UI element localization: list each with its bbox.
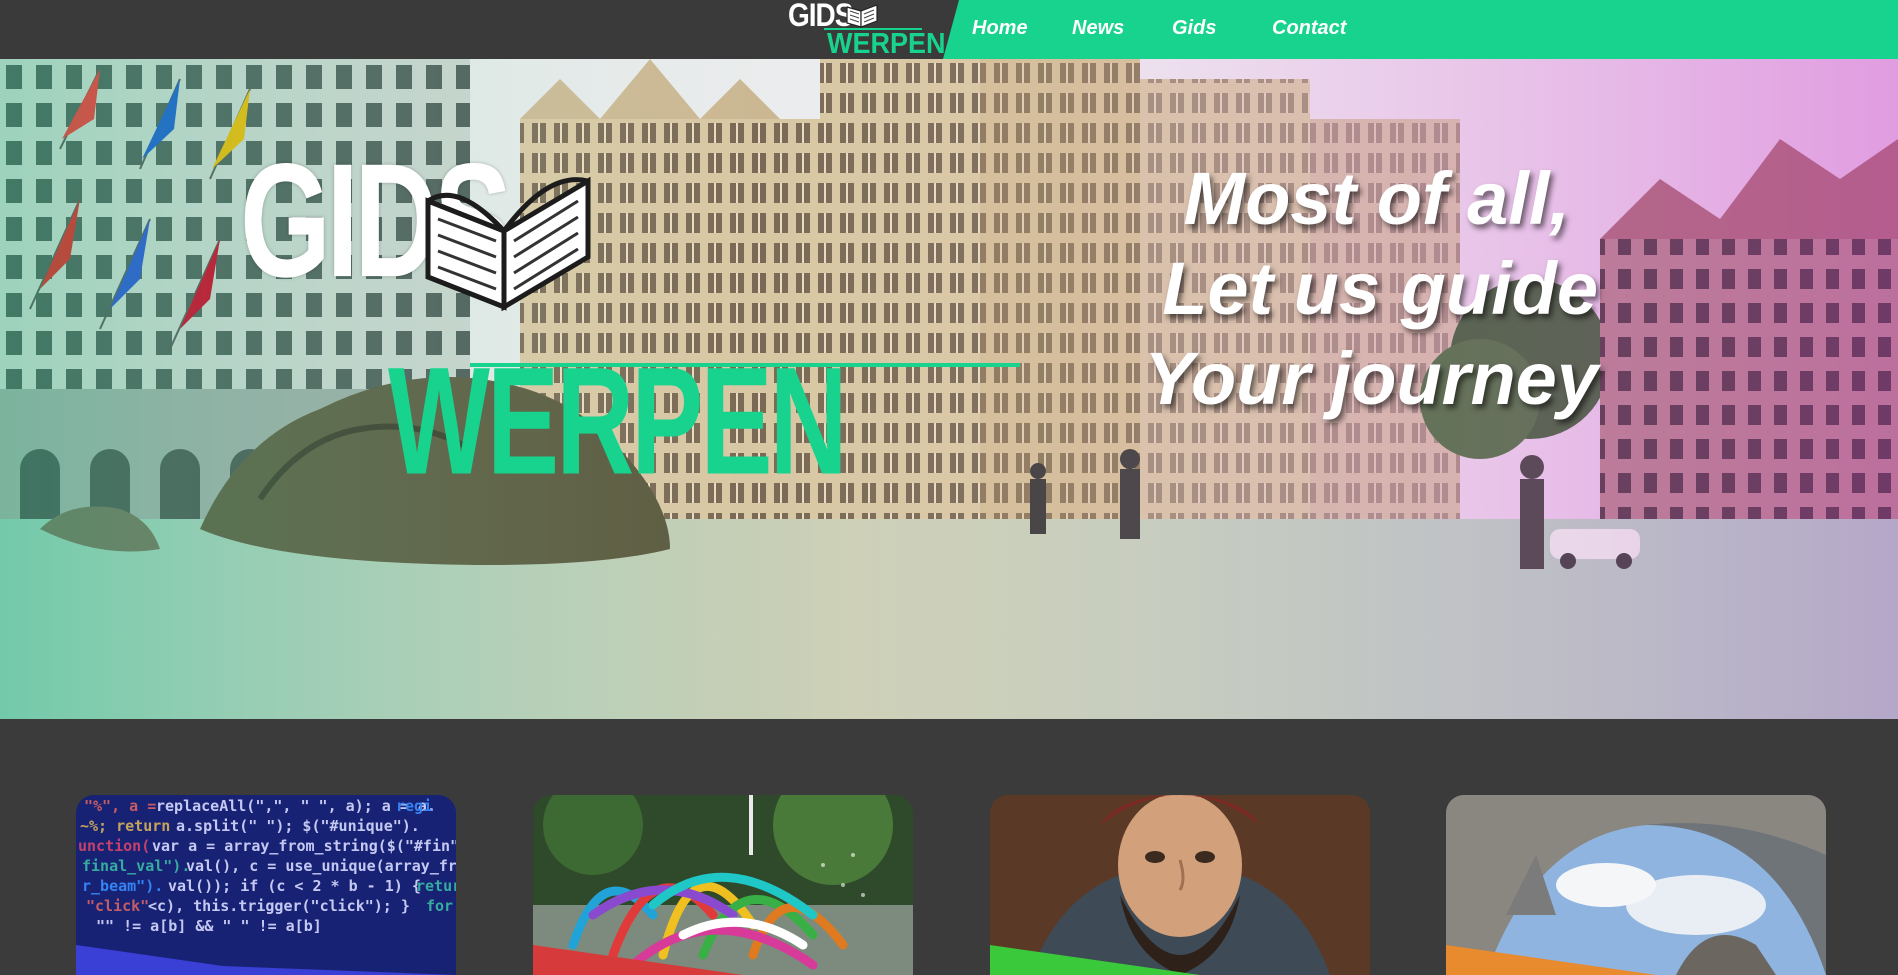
nav-link-home[interactable]: Home xyxy=(972,17,1028,40)
card-arch[interactable] xyxy=(1446,795,1826,975)
hero-tagline-line-1: Most of all, xyxy=(1183,157,1570,240)
nav-link-contact[interactable]: Contact xyxy=(1272,17,1346,40)
card-code[interactable]: "%", a = replaceAll(",", " ", a); a = a. r… xyxy=(76,795,456,975)
hero-banner: GIDS WERPEN Most of all, Let us guide Yo… xyxy=(0,59,1898,719)
hero-logo-werpen: WERPEN xyxy=(388,334,848,507)
header-logo[interactable]: GIDS WERPEN xyxy=(788,0,946,60)
top-navbar: GIDS WERPEN Home News Gids Contact xyxy=(0,0,1898,60)
nav-link-news[interactable]: News xyxy=(1072,17,1124,40)
hero-tagline-line-3: Your journey xyxy=(1144,337,1598,420)
card-fountain[interactable] xyxy=(533,795,913,975)
nav-link-gids[interactable]: Gids xyxy=(1172,17,1216,40)
hero-tagline-line-2: Let us guide xyxy=(1162,247,1598,330)
card-portrait[interactable] xyxy=(990,795,1370,975)
hero-tagline: Most of all, Let us guide Your journey xyxy=(1098,154,1898,424)
feature-cards: "%", a = replaceAll(",", " ", a); a = a. r… xyxy=(0,719,1898,975)
hero-logo: GIDS WERPEN xyxy=(240,139,1020,497)
header-logo-werpen: WERPEN xyxy=(827,28,946,60)
